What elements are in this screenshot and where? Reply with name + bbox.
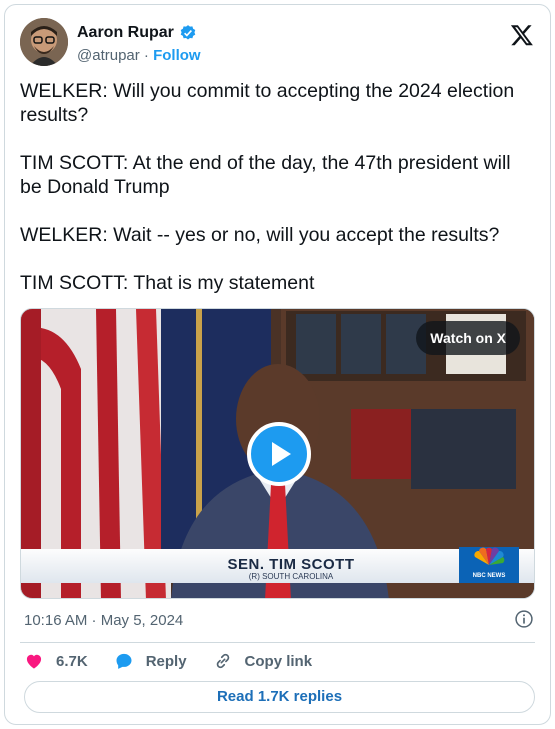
reply-button[interactable]: Reply <box>114 651 187 671</box>
author-name-row: Aaron Rupar <box>77 24 197 42</box>
avatar[interactable] <box>20 18 68 66</box>
copy-link-label: Copy link <box>244 652 313 670</box>
link-icon <box>216 653 229 669</box>
network-label: NBC NEWS <box>472 573 506 579</box>
like-count: 6.7K <box>56 652 88 670</box>
play-icon <box>272 442 291 466</box>
reply-bubble-icon <box>116 653 132 669</box>
copy-link-button[interactable]: Copy link <box>213 651 313 671</box>
divider <box>20 642 535 643</box>
nbc-news-logo: NBC NEWS <box>459 547 519 583</box>
tweet-timestamp[interactable]: 10:16 AM · May 5, 2024 <box>24 612 183 629</box>
author-name[interactable]: Aaron Rupar <box>77 24 174 42</box>
x-logo-icon[interactable] <box>510 23 534 47</box>
play-button[interactable] <box>247 422 311 486</box>
video-media[interactable]: Watch on X SEN. TIM SCOTT (R) SOUTH CARO… <box>20 308 535 599</box>
author-handle[interactable]: @atrupar <box>77 47 140 64</box>
read-replies-button[interactable]: Read 1.7K replies <box>24 681 535 713</box>
tweet-card: Aaron Rupar @atrupar · Follow WELKER: Wi… <box>4 4 551 725</box>
like-button[interactable]: 6.7K <box>24 651 88 671</box>
info-icon[interactable] <box>514 609 534 629</box>
verified-badge-icon <box>180 25 196 40</box>
chyron-name: SEN. TIM SCOTT <box>227 556 355 573</box>
chyron-subtitle: (R) SOUTH CAROLINA <box>248 572 334 581</box>
handle-separator: · <box>139 47 154 64</box>
author-handle-row: @atrupar · Follow <box>77 47 201 64</box>
heart-icon <box>26 654 42 669</box>
action-bar: 6.7K Reply Copy link <box>24 651 312 671</box>
watch-on-x-button[interactable]: Watch on X <box>416 321 520 355</box>
follow-button[interactable]: Follow <box>153 47 201 64</box>
reply-label: Reply <box>145 652 187 670</box>
tweet-text: WELKER: Will you commit to accepting the… <box>20 80 515 294</box>
